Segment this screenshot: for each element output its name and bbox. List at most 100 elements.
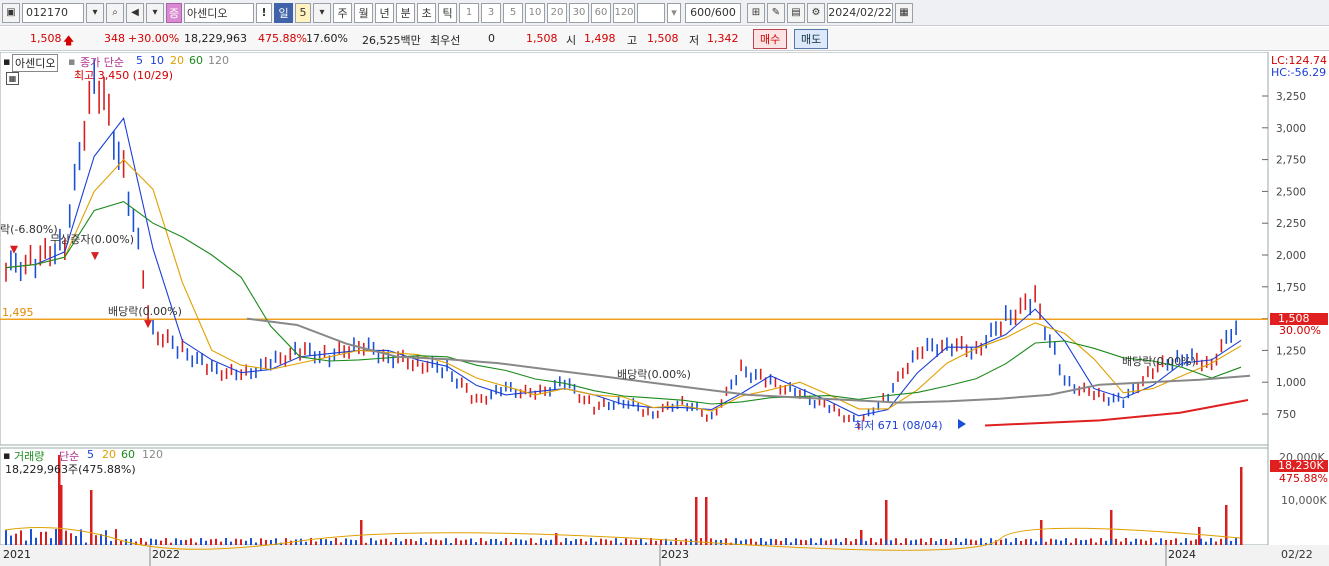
volume-bar bbox=[445, 538, 447, 545]
count-field[interactable]: 600/600 bbox=[685, 2, 741, 23]
volume-bar bbox=[265, 539, 267, 545]
period-year-button[interactable]: 년 bbox=[375, 2, 394, 23]
volume-bar bbox=[745, 539, 747, 545]
panel-collapse-icon[interactable]: ▪ bbox=[3, 55, 10, 68]
period-minute-button[interactable]: 분 bbox=[396, 2, 415, 23]
volume-bar bbox=[355, 540, 357, 545]
speaker-icon[interactable]: ◀ bbox=[126, 2, 144, 23]
volume-bar bbox=[300, 538, 302, 545]
volume-bar bbox=[705, 497, 708, 545]
volume-bar bbox=[1105, 540, 1107, 545]
volume-bar bbox=[85, 542, 87, 545]
period-tick-button[interactable]: 틱 bbox=[438, 2, 457, 23]
price-change: 348 bbox=[104, 32, 125, 45]
price-chart[interactable]: 3,2503,0002,7502,5002,2502,0001,7501,500… bbox=[0, 52, 1329, 566]
volume-bar bbox=[1225, 505, 1228, 545]
dropdown-icon[interactable]: ▾ bbox=[86, 2, 104, 23]
volume-bar bbox=[245, 540, 247, 545]
volume-bar bbox=[320, 538, 322, 545]
volume-bar bbox=[1135, 538, 1137, 545]
ma-20-legend: 20 bbox=[170, 54, 184, 67]
volume-bar bbox=[980, 538, 982, 545]
volume-bar bbox=[1055, 539, 1057, 545]
volume-bar bbox=[1090, 538, 1092, 545]
chevron-down-icon[interactable]: ▾ bbox=[667, 2, 681, 23]
volume-bar bbox=[545, 540, 547, 545]
open-label: 시 bbox=[566, 34, 577, 47]
volume-bar bbox=[190, 538, 192, 545]
up-arrow-icon: 🡅 bbox=[63, 34, 75, 47]
volume-bar bbox=[260, 538, 262, 545]
buy-button[interactable]: 매수 bbox=[753, 29, 788, 49]
volume-bar bbox=[625, 538, 627, 545]
volume-bar bbox=[685, 538, 687, 545]
interval-20-button[interactable]: 20 bbox=[547, 2, 567, 23]
interval-5-button[interactable]: 5 bbox=[503, 2, 523, 23]
turnover-rate: 17.60% bbox=[306, 32, 348, 45]
volume-bar bbox=[430, 538, 432, 545]
chevron-down-icon[interactable]: ▾ bbox=[313, 2, 331, 23]
volume-bar bbox=[250, 538, 252, 545]
stock-code-input[interactable]: 012170 bbox=[22, 2, 84, 23]
period-second-button[interactable]: 초 bbox=[417, 2, 436, 23]
volume-bar bbox=[340, 542, 342, 545]
save-icon[interactable]: ▤ bbox=[787, 2, 805, 23]
draw-tool-icon[interactable]: ✎ bbox=[767, 2, 785, 23]
volume-bar bbox=[350, 539, 352, 545]
volume-bar bbox=[880, 538, 882, 545]
volume-bar bbox=[930, 538, 932, 545]
market-badge: 증 bbox=[166, 2, 182, 23]
volume-bar bbox=[40, 531, 42, 545]
period-day-button[interactable]: 일 bbox=[274, 2, 293, 23]
interval-10-button[interactable]: 10 bbox=[525, 2, 545, 23]
candle-settings-icon[interactable]: ⊞ bbox=[747, 2, 765, 23]
volume-bar bbox=[110, 541, 112, 545]
period-value[interactable]: 5 bbox=[295, 2, 311, 23]
volume-bar bbox=[850, 541, 852, 545]
dropdown-icon[interactable]: ▾ bbox=[146, 2, 164, 23]
volume-bar bbox=[795, 538, 797, 545]
calendar-icon[interactable]: ▦ bbox=[895, 2, 913, 23]
stock-name-field[interactable]: 아센디오 bbox=[184, 2, 254, 23]
date-field[interactable]: 2024/02/22 bbox=[827, 2, 893, 23]
sell-button[interactable]: 매도 bbox=[794, 29, 829, 49]
volume-bar bbox=[480, 538, 482, 545]
gear-icon[interactable]: ⚙ bbox=[807, 2, 825, 23]
chart-menu-icon[interactable]: ▣ bbox=[2, 2, 20, 23]
interval-1-button[interactable]: 1 bbox=[459, 2, 479, 23]
volume-bar bbox=[1240, 467, 1243, 545]
volume-bar bbox=[425, 542, 427, 545]
volume-bar bbox=[855, 538, 857, 545]
interval-3-button[interactable]: 3 bbox=[481, 2, 501, 23]
volume-bar bbox=[335, 538, 337, 545]
volume-bar bbox=[1190, 540, 1192, 545]
interval-30-button[interactable]: 30 bbox=[569, 2, 589, 23]
period-month-button[interactable]: 월 bbox=[354, 2, 373, 23]
interval-120-button[interactable]: 120 bbox=[613, 2, 635, 23]
volume-bar bbox=[305, 541, 307, 545]
volume-bar bbox=[325, 539, 327, 545]
alert-button[interactable]: ! bbox=[256, 2, 272, 23]
volume-bar bbox=[920, 538, 922, 545]
volume-axis-mid: 10,000K bbox=[1281, 494, 1327, 507]
volume-bar bbox=[845, 538, 847, 545]
xaxis-label: 2021 bbox=[3, 548, 31, 561]
stock-title: 아센디오 bbox=[12, 54, 59, 72]
volume-bar bbox=[1160, 538, 1162, 545]
volume-bar bbox=[540, 538, 542, 545]
volume-bar bbox=[45, 531, 47, 545]
volume-bar bbox=[235, 538, 237, 545]
search-icon[interactable]: ⌕ bbox=[106, 2, 124, 23]
volume-bar bbox=[1045, 541, 1047, 545]
grid-toggle-icon[interactable]: ▦ bbox=[6, 72, 19, 85]
volume-bar bbox=[1125, 538, 1127, 545]
volume-bar bbox=[605, 539, 607, 545]
period-week-button[interactable]: 주 bbox=[333, 2, 352, 23]
volume-bar bbox=[295, 539, 297, 545]
xaxis-right-date: 02/22 bbox=[1281, 548, 1313, 561]
volume-bar bbox=[1015, 538, 1017, 545]
volume-bar bbox=[1175, 538, 1177, 545]
interval-60-button[interactable]: 60 bbox=[591, 2, 611, 23]
event-dividend-label: 배당락(0.00%) bbox=[617, 368, 691, 381]
interval-custom-input[interactable] bbox=[637, 2, 665, 23]
